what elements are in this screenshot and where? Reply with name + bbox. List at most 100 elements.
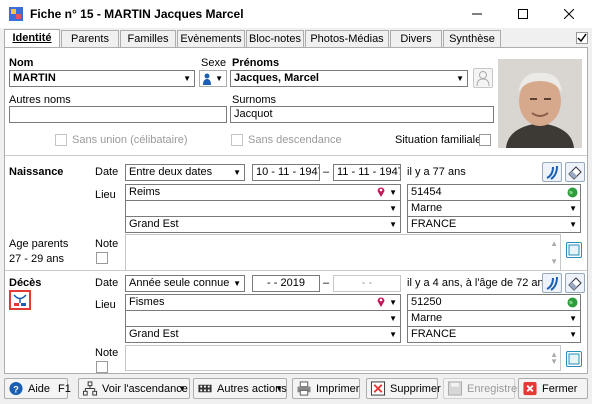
globe-icon: [567, 187, 578, 198]
date-range-dash: –: [323, 277, 330, 289]
deces-region-select[interactable]: Grand Est ▼: [125, 326, 401, 343]
naissance-date-type-value: Entre deux dates: [129, 166, 213, 178]
close-icon: [523, 381, 537, 396]
naissance-dept-select[interactable]: Marne ▼: [407, 200, 581, 217]
tab-bloc-notes[interactable]: Bloc-notes: [246, 30, 304, 48]
imprimer-button[interactable]: Imprimer: [292, 378, 360, 399]
fermer-button[interactable]: Fermer: [518, 378, 588, 399]
naissance-date-type-select[interactable]: Entre deux dates ▼: [125, 164, 245, 181]
prenoms-label: Prénoms: [232, 57, 280, 69]
chevron-down-icon: ▼: [215, 74, 223, 83]
deces-date2-input[interactable]: - -: [333, 275, 401, 292]
chevron-down-icon: ▼: [183, 74, 191, 83]
person-photo[interactable]: [498, 59, 582, 148]
prenoms-input[interactable]: Jacques, Marcel ▼: [230, 70, 468, 87]
scroll-up-icon[interactable]: ▲: [550, 236, 558, 251]
naissance-country-value: FRANCE: [411, 218, 457, 230]
chevron-down-icon: ▼: [275, 384, 283, 393]
deces-date-type-select[interactable]: Année seule connue ▼: [125, 275, 245, 292]
deces-postal-input[interactable]: 51250: [407, 294, 581, 311]
naissance-note-checkbox[interactable]: [96, 252, 108, 264]
enregistrer-button[interactable]: Enregistrer: [443, 378, 521, 399]
naissance-country-select[interactable]: FRANCE ▼: [407, 216, 581, 233]
deces-country-select[interactable]: FRANCE ▼: [407, 326, 581, 343]
person-search-button[interactable]: [473, 68, 493, 88]
maximize-icon[interactable]: [500, 0, 546, 28]
naissance-region-select[interactable]: Grand Est ▼: [125, 216, 401, 233]
deces-source-button[interactable]: [542, 273, 562, 293]
tab-parents[interactable]: Parents: [61, 30, 119, 48]
situation-familiale-checkbox[interactable]: [479, 134, 491, 146]
deces-remove-button[interactable]: [9, 290, 31, 310]
naissance-lieu-label: Lieu: [95, 189, 116, 201]
naissance-date2-input[interactable]: 11 - 11 - 1947: [333, 164, 401, 181]
close-icon[interactable]: [546, 0, 592, 28]
deces-note-expand-button[interactable]: [566, 351, 582, 367]
supprimer-button[interactable]: Supprimer: [366, 378, 441, 399]
chevron-down-icon: ▼: [389, 188, 397, 197]
aide-button[interactable]: ? Aide F1: [4, 378, 71, 399]
naissance-note-expand-button[interactable]: [566, 242, 582, 258]
tab-synthese[interactable]: Synthèse: [443, 30, 501, 48]
voir-ascendance-button[interactable]: Voir l'ascendance ▼: [78, 378, 190, 399]
deces-date1-input[interactable]: - - 2019: [252, 275, 320, 292]
svg-text:?: ?: [13, 384, 19, 394]
chevron-down-icon: ▼: [389, 330, 397, 339]
naissance-source-button[interactable]: [542, 162, 562, 182]
naissance-date1-input[interactable]: 10 - 11 - 1947: [252, 164, 320, 181]
chevron-down-icon: ▼: [456, 74, 464, 83]
nom-label: Nom: [9, 57, 34, 69]
scroll-down-icon[interactable]: ▼: [550, 254, 558, 269]
chevron-down-icon: ▼: [569, 330, 577, 339]
film-strip-icon: [198, 384, 212, 393]
bottom-toolbar: ? Aide F1 Voir l'ascendance ▼ Autres act…: [0, 375, 592, 404]
separator: [5, 155, 587, 156]
naissance-place-input[interactable]: Reims ▼: [125, 184, 401, 201]
naissance-note-textarea[interactable]: ▲ ▼: [125, 234, 561, 271]
chevron-down-icon: ▼: [389, 220, 397, 229]
sexe-select[interactable]: ▼: [199, 70, 227, 87]
tab-evenements[interactable]: Evènements: [177, 30, 245, 48]
deces-place-value: Fismes: [129, 296, 165, 308]
nom-input[interactable]: MARTIN ▼: [9, 70, 195, 87]
panel-checkbox[interactable]: [576, 32, 588, 44]
chevron-down-icon: ▼: [233, 279, 241, 288]
autres-noms-label: Autres noms: [9, 94, 71, 106]
tab-divers[interactable]: Divers: [390, 30, 442, 48]
scroll-down-icon[interactable]: ▼: [550, 354, 558, 369]
autres-actions-button[interactable]: Autres actions ▼: [193, 378, 287, 399]
naissance-place-line2[interactable]: ▼: [125, 200, 401, 217]
deces-dept-select[interactable]: Marne ▼: [407, 310, 581, 327]
deces-note-textarea[interactable]: ▲ ▼: [125, 345, 561, 371]
deces-place-line2[interactable]: ▼: [125, 310, 401, 327]
minimize-icon[interactable]: [454, 0, 500, 28]
tab-familles[interactable]: Familles: [120, 30, 176, 48]
naissance-clear-button[interactable]: [565, 162, 585, 182]
autres-noms-input[interactable]: [9, 106, 227, 123]
sans-union-checkbox[interactable]: [55, 134, 67, 146]
surnoms-input[interactable]: Jacquot: [230, 106, 494, 123]
naissance-dept-value: Marne: [411, 202, 443, 214]
signal-waves-icon: [546, 276, 558, 291]
deces-country-value: FRANCE: [411, 328, 457, 340]
sans-descendance-label: Sans descendance: [248, 134, 342, 146]
tab-photos-medias[interactable]: Photos-Médias: [305, 30, 389, 48]
globe-icon: [567, 297, 578, 308]
deces-label: Décès: [9, 277, 42, 289]
eraser-icon: [568, 166, 582, 180]
title-bar: Fiche n° 15 - MARTIN Jacques Marcel: [0, 0, 592, 28]
tab-identite[interactable]: Identité: [4, 29, 60, 48]
prenoms-value: Jacques, Marcel: [234, 72, 319, 84]
supprimer-label: Supprimer: [390, 382, 441, 395]
window-icon: [568, 244, 580, 256]
window-icon: [568, 353, 580, 365]
deces-clear-button[interactable]: [565, 273, 585, 293]
deces-note-checkbox[interactable]: [96, 361, 108, 373]
f1-shortcut: F1: [58, 382, 71, 395]
naissance-postal-value: 51454: [411, 186, 442, 198]
situation-familiale-label: Situation familiale: [395, 134, 482, 146]
sans-descendance-checkbox[interactable]: [231, 134, 243, 146]
chevron-down-icon: ▼: [569, 314, 577, 323]
naissance-postal-input[interactable]: 51454: [407, 184, 581, 201]
deces-place-input[interactable]: Fismes ▼: [125, 294, 401, 311]
